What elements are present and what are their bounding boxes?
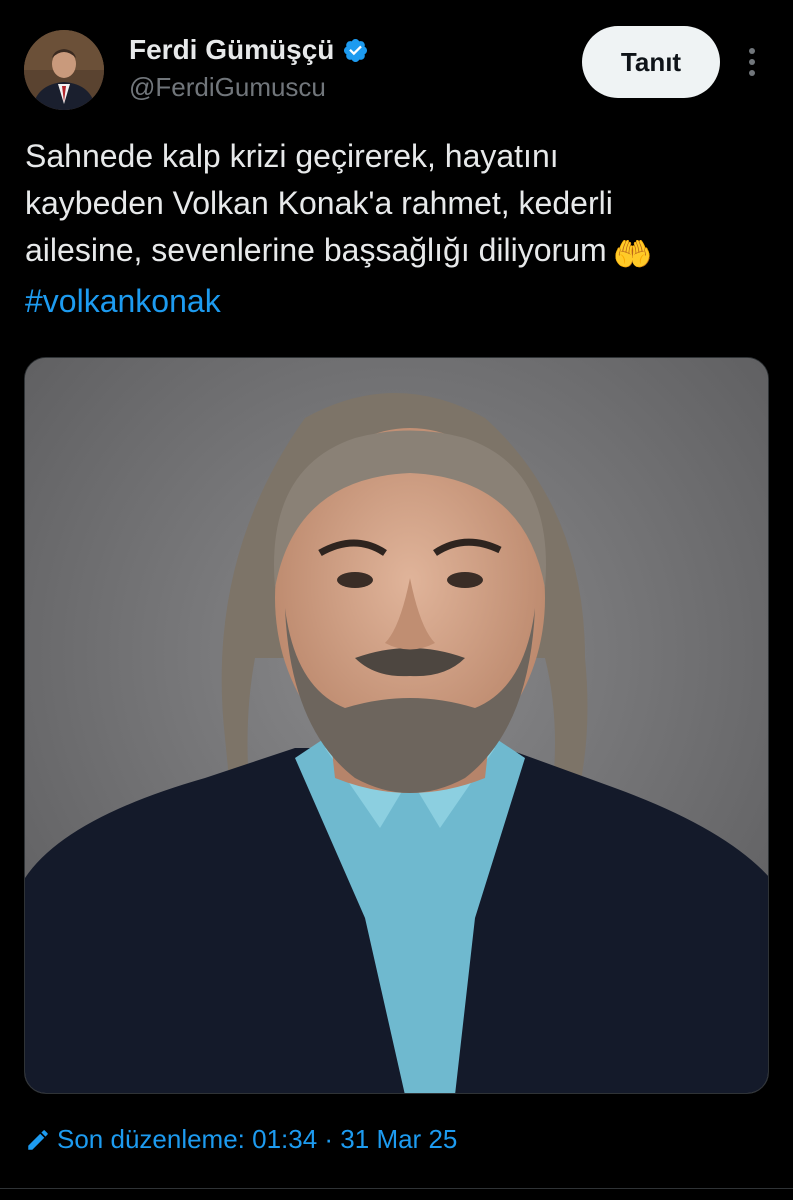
tweet-photo[interactable] (24, 357, 769, 1094)
divider (0, 1188, 793, 1189)
tweet-text-line-last: ailesine, sevenlerine başsağlığı diliyor… (25, 227, 780, 278)
author-handle[interactable]: @FerdiGumuscu (129, 72, 326, 102)
follow-button[interactable]: Tanıt (582, 26, 720, 98)
palms-up-emoji: 🤲 (612, 236, 653, 272)
tweet-text-line: ailesine, sevenlerine başsağlığı diliyor… (25, 232, 607, 268)
edited-indicator[interactable]: Son düzenleme: 01:34 · 31 Mar 25 (25, 1124, 457, 1155)
hashtag-link[interactable]: #volkankonak (25, 278, 780, 325)
edited-timestamp[interactable]: Son düzenleme: 01:34 · 31 Mar 25 (57, 1124, 457, 1155)
tweet-text-line: Sahnede kalp krizi geçirerek, hayatını (25, 138, 559, 174)
author-name-row[interactable]: Ferdi Gümüşçü (129, 34, 369, 66)
display-name[interactable]: Ferdi Gümüşçü (129, 34, 334, 66)
tweet-text-line: kaybeden Volkan Konak'a rahmet, kederli (25, 185, 613, 221)
tweet-page: Ferdi Gümüşçü @FerdiGumuscu Tanıt Sahned… (0, 0, 793, 1200)
more-vertical-icon[interactable] (740, 44, 764, 80)
avatar[interactable] (24, 30, 104, 110)
pencil-icon (28, 1129, 48, 1150)
tweet-text: Sahnede kalp krizi geçirerek, hayatını k… (25, 133, 780, 325)
verified-badge-icon (344, 38, 368, 62)
portrait-photo (25, 358, 768, 1093)
